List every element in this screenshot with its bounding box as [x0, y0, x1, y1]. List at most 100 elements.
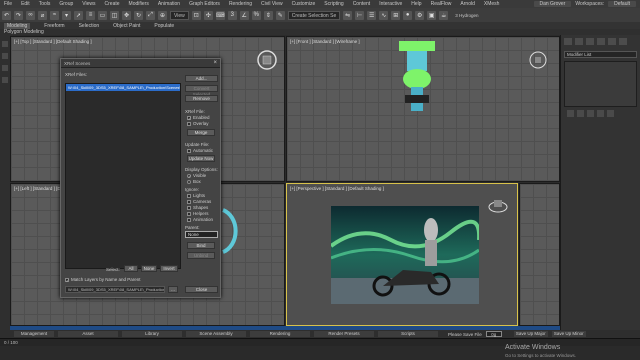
motion-tab-icon[interactable]	[597, 38, 605, 45]
menu-scripting[interactable]: Scripting	[324, 1, 343, 7]
pin-stack-icon[interactable]	[567, 110, 574, 117]
modifier-list-select[interactable]: Modifier List	[564, 51, 637, 58]
display-icon[interactable]	[2, 77, 8, 83]
scale-icon[interactable]: ⤢	[146, 10, 155, 20]
menu-realflow[interactable]: RealFlow	[431, 1, 452, 7]
named-selection-set-select[interactable]: Create Selection Se	[287, 10, 341, 20]
checkbox-box[interactable]	[187, 205, 191, 210]
checkbox-box[interactable]	[187, 193, 191, 198]
checkbox-box[interactable]	[187, 217, 191, 222]
rectangle-select-icon[interactable]: ▭	[98, 10, 107, 20]
tab-modeling[interactable]: Modeling	[4, 22, 31, 29]
edit-named-selection-icon[interactable]: ✎	[275, 10, 285, 20]
checkbox-box[interactable]	[187, 115, 191, 120]
viewport-perspective-label[interactable]: [+] [Perspective ] [Standard ] [Default …	[290, 186, 384, 191]
xref-file-item[interactable]: W:\04_Skill\09_3DS5_XREF\08_SAMPLE\_Prod…	[66, 84, 180, 91]
menu-file[interactable]: File	[4, 1, 12, 7]
menu-create[interactable]: Create	[105, 1, 120, 7]
rendered-frame-window-icon[interactable]: ▣	[427, 10, 437, 20]
bind-space-warp-icon[interactable]: ≈	[50, 10, 59, 20]
align-icon[interactable]: ⊢	[355, 10, 365, 20]
radio-circle[interactable]	[187, 173, 191, 178]
box-radio[interactable]: Box	[187, 179, 201, 184]
menu-customize[interactable]: Customize	[292, 1, 316, 7]
percent-snap-icon[interactable]: %	[251, 10, 261, 20]
render-setup-icon[interactable]: ⚙	[415, 10, 425, 20]
checkbox-box[interactable]	[187, 199, 191, 204]
cameras-checkbox[interactable]: Cameras	[187, 199, 211, 204]
undo-icon[interactable]: ↶	[2, 10, 11, 20]
checkbox-box[interactable]	[187, 148, 191, 153]
menu-animation[interactable]: Animation	[158, 1, 180, 7]
render-production-icon[interactable]: ☕	[439, 10, 449, 20]
menu-modifiers[interactable]: Modifiers	[129, 1, 149, 7]
layer-explorer-icon[interactable]: ☰	[367, 10, 377, 20]
save-up-minor-button[interactable]: Save Up Minor	[551, 331, 586, 337]
viewport-front-label[interactable]: [+] [Front ] [Standard ] [Wireframe ]	[290, 39, 360, 44]
update-now-button[interactable]: Update Now	[187, 155, 215, 162]
xref-path-field[interactable]: W:\04_Skill\09_3DS5_XREF\08_SAMPLE\_Prod…	[65, 286, 165, 293]
snap-toggle-icon[interactable]: 3	[227, 10, 237, 20]
select-by-name-icon[interactable]: ≡	[86, 10, 95, 20]
make-unique-icon[interactable]	[587, 110, 594, 117]
visible-radio[interactable]: Visible	[187, 173, 206, 178]
rotate-icon[interactable]: ↻	[134, 10, 143, 20]
convert-selected-button[interactable]: Convert Selected	[185, 85, 218, 97]
user-account-button[interactable]: Dan Grover	[533, 1, 572, 7]
selection-filter-icon[interactable]: ▾	[62, 10, 71, 20]
menu-civil-view[interactable]: Civil View	[261, 1, 283, 7]
parent-field[interactable]: None	[185, 231, 218, 238]
add-button[interactable]: Add...	[185, 75, 218, 82]
tab-selection[interactable]: Selection	[79, 23, 100, 29]
material-editor-icon[interactable]: ●	[403, 10, 413, 20]
utilities-tab-icon[interactable]	[619, 38, 627, 45]
display-tab-icon[interactable]	[608, 38, 616, 45]
spinner-snap-icon[interactable]: ⇕	[263, 10, 273, 20]
redo-icon[interactable]: ↷	[14, 10, 23, 20]
hierarchy-tab-icon[interactable]	[586, 38, 594, 45]
select-object-icon[interactable]: ➚	[74, 10, 83, 20]
automatic-checkbox[interactable]: Automatic	[187, 148, 213, 153]
checkbox-box[interactable]	[65, 277, 69, 282]
menu-interactive[interactable]: Interactive	[379, 1, 402, 7]
unlink-icon[interactable]: ⌀	[38, 10, 47, 20]
overlay-checkbox[interactable]: Overlay	[187, 121, 209, 126]
tab-asset[interactable]: Asset	[58, 331, 118, 337]
place-icon[interactable]: ⊕	[158, 10, 167, 20]
close-button[interactable]: Close	[185, 286, 218, 293]
select-all-button[interactable]: All	[124, 265, 138, 272]
tab-freeform[interactable]: Freeform	[44, 23, 64, 29]
menu-help[interactable]: Help	[411, 1, 421, 7]
menu-xmesh[interactable]: XMesh	[484, 1, 500, 7]
save-up-major-button[interactable]: Save Up Major	[513, 331, 548, 337]
mirror-icon[interactable]: ⇋	[343, 10, 353, 20]
checkbox-box[interactable]	[187, 121, 191, 126]
tab-scripts[interactable]: Scripts	[378, 331, 438, 337]
menu-graph-editors[interactable]: Graph Editors	[189, 1, 220, 7]
workspace-select[interactable]: Default	[608, 1, 636, 7]
merge-button[interactable]: Merge	[187, 129, 215, 136]
angle-snap-icon[interactable]: ∠	[239, 10, 249, 20]
menu-content[interactable]: Content	[353, 1, 371, 7]
window-crossing-icon[interactable]: ◫	[110, 10, 119, 20]
layer-icon[interactable]	[2, 53, 8, 59]
tab-populate[interactable]: Populate	[154, 23, 174, 29]
menu-edit[interactable]: Edit	[21, 1, 30, 7]
schematic-view-icon[interactable]: ⊞	[391, 10, 401, 20]
tab-library[interactable]: Library	[122, 331, 182, 337]
bind-button[interactable]: Bind	[187, 242, 215, 249]
match-layers-checkbox[interactable]: Match Layers by Name and Parent	[65, 277, 141, 282]
menu-views[interactable]: Views	[82, 1, 95, 7]
close-icon[interactable]: ×	[213, 60, 217, 66]
create-tab-icon[interactable]	[564, 38, 572, 45]
show-end-result-icon[interactable]	[577, 110, 584, 117]
tab-scene-assembly[interactable]: Scene Assembly	[186, 331, 246, 337]
reference-coordinate-select[interactable]: View	[170, 10, 189, 20]
unbind-button[interactable]: Unbind	[187, 252, 215, 259]
modifier-stack[interactable]	[564, 61, 637, 107]
pivot-center-icon[interactable]: ⊡	[191, 10, 201, 20]
keyboard-shortcut-icon[interactable]: ⌨	[215, 10, 225, 20]
menu-rendering[interactable]: Rendering	[229, 1, 252, 7]
viewcube-icon[interactable]	[487, 194, 509, 216]
radio-circle[interactable]	[187, 179, 191, 184]
